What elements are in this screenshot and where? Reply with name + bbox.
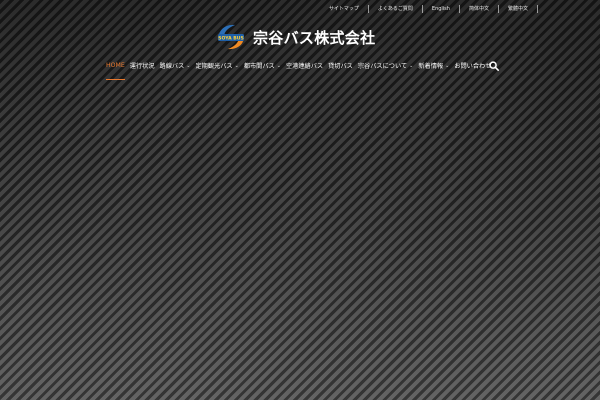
nav-item-label: 宗谷バスについて bbox=[357, 63, 408, 70]
chevron-down-icon: ⌄ bbox=[276, 62, 281, 69]
nav-item-label: 貸切バス bbox=[328, 63, 353, 70]
chevron-down-icon: ⌄ bbox=[234, 62, 239, 69]
nav-item-label: 都市間バス bbox=[243, 63, 275, 70]
nav-item-route-bus[interactable]: 路線バス ⌄ bbox=[160, 61, 191, 74]
nav-item-label: 新着情報 bbox=[418, 63, 444, 70]
logo-mark-icon: SOYA BUS bbox=[218, 24, 244, 50]
nav-item-airport-bus[interactable]: 空港連絡バス bbox=[286, 61, 323, 74]
nav-item-label: 空港連絡バス bbox=[285, 63, 324, 70]
chevron-down-icon: ⌄ bbox=[409, 62, 414, 69]
logo-mark-text: SOYA BUS bbox=[218, 36, 244, 42]
chevron-down-icon: ⌄ bbox=[445, 62, 450, 69]
utility-link-sitemap[interactable]: サイトマップ bbox=[329, 5, 369, 13]
utility-link-traditional-chinese[interactable]: 繁體中文 bbox=[499, 5, 538, 13]
main-nav: HOME 運行状況 路線バス ⌄ 定期観光バス ⌄ 都市間バス ⌄ 空港連絡バス… bbox=[106, 61, 496, 80]
utility-link-english[interactable]: English bbox=[423, 5, 460, 13]
nav-item-about[interactable]: 宗谷バスについて ⌄ bbox=[358, 61, 414, 74]
site-logo[interactable]: SOYA BUS 宗谷バス株式会社 bbox=[215, 22, 375, 52]
nav-item-label: 路線バス bbox=[159, 63, 185, 70]
hero-background bbox=[0, 0, 600, 400]
nav-item-label: お問い合わせ bbox=[454, 63, 492, 70]
nav-item-charter-bus[interactable]: 貸切バス bbox=[328, 61, 353, 74]
nav-item-label: 運行状況 bbox=[129, 63, 155, 70]
utility-nav: サイトマップ よくあるご質問 English 简体中文 繁體中文 bbox=[329, 4, 538, 14]
nav-item-home[interactable]: HOME bbox=[106, 62, 125, 80]
company-name: 宗谷バス株式会社 bbox=[253, 28, 376, 47]
nav-item-news[interactable]: 新着情報 ⌄ bbox=[418, 61, 449, 74]
utility-link-faq[interactable]: よくあるご質問 bbox=[369, 5, 423, 13]
nav-item-operation-status[interactable]: 運行状況 bbox=[130, 61, 155, 74]
nav-item-label: 定期観光バス bbox=[195, 63, 233, 70]
nav-item-label: HOME bbox=[106, 62, 125, 69]
nav-item-sightseeing-bus[interactable]: 定期観光バス ⌄ bbox=[195, 61, 238, 74]
utility-link-simplified-chinese[interactable]: 简体中文 bbox=[460, 5, 499, 13]
chevron-down-icon: ⌄ bbox=[186, 62, 191, 69]
search-icon[interactable] bbox=[489, 61, 499, 71]
nav-item-intercity-bus[interactable]: 都市間バス ⌄ bbox=[244, 61, 281, 74]
nav-item-contact[interactable]: お問い合わせ bbox=[454, 61, 491, 74]
